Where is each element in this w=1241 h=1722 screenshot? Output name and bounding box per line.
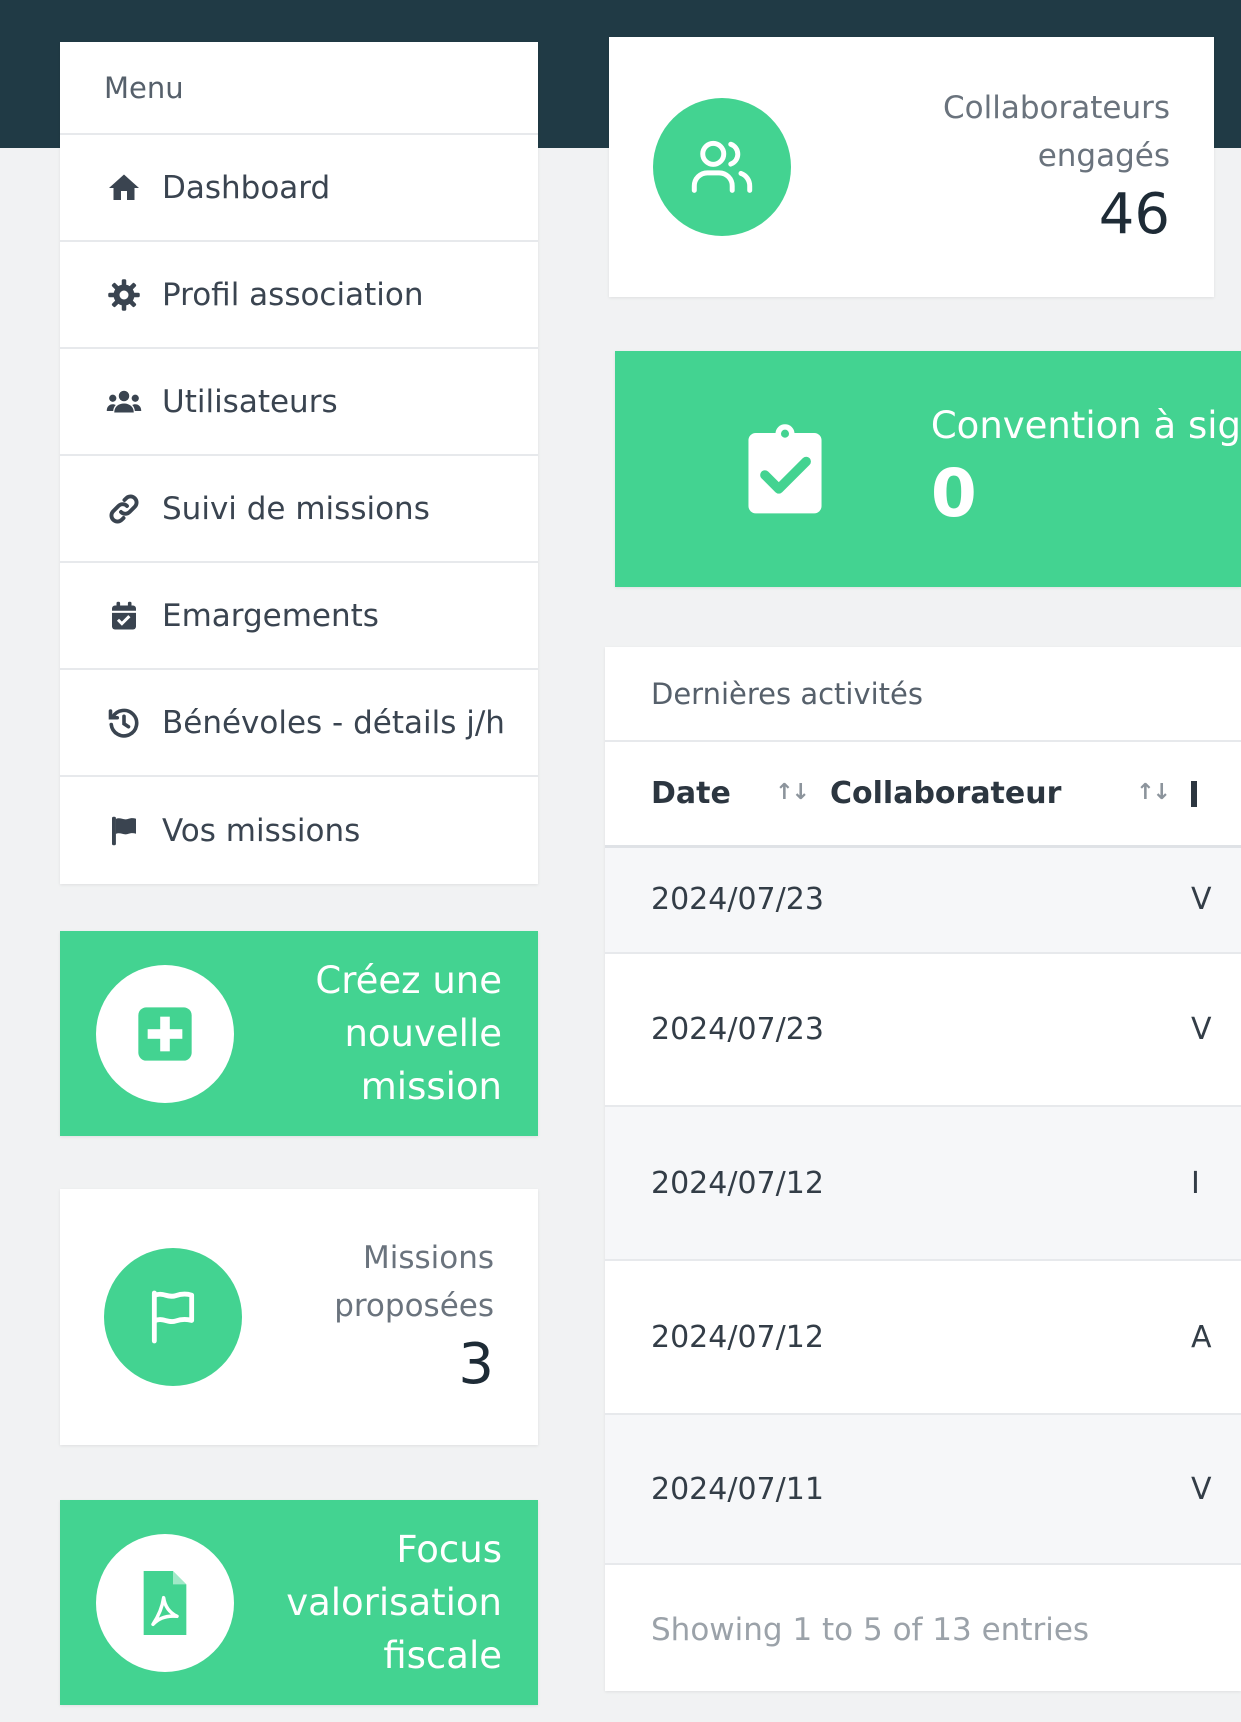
- collab-stat-label: Collaborateurs: [943, 90, 1170, 126]
- create-mission-line: nouvelle: [344, 1012, 502, 1055]
- column-header-label: Date: [651, 775, 731, 811]
- users-outline-icon: [653, 98, 791, 236]
- collaborateurs-engages-card: Collaborateurs engagés 46: [609, 37, 1214, 297]
- sidebar-item-label: Emargements: [162, 597, 379, 634]
- gear-icon: [104, 275, 144, 315]
- cell-date: 2024/07/12: [605, 1106, 830, 1261]
- activities-title: Dernières activités: [605, 647, 1241, 742]
- cell-collab: [830, 846, 1191, 954]
- sidebar-item-label: Bénévoles - détails j/h: [162, 704, 505, 741]
- sidebar-item-label: Utilisateurs: [162, 383, 338, 420]
- missions-proposees-card: Missions proposées 3: [60, 1189, 538, 1445]
- create-mission-button[interactable]: Créez une nouvelle mission: [60, 931, 538, 1136]
- focus-label: Focus valorisation fiscale: [234, 1523, 502, 1682]
- calendar-check-icon: [104, 596, 144, 636]
- sidebar-item-label: Suivi de missions: [162, 490, 430, 527]
- missions-stat-label: Missions: [362, 1240, 494, 1276]
- table-row[interactable]: 2024/07/12 A: [605, 1260, 1241, 1415]
- focus-line: Focus: [396, 1528, 502, 1571]
- flag-outline-icon: [104, 1248, 242, 1386]
- sort-icon[interactable]: ↑↓: [775, 780, 810, 805]
- table-info-text: Showing 1 to 5 of 13 entries: [651, 1611, 1090, 1648]
- focus-line: valorisation: [286, 1581, 502, 1624]
- users-icon: [104, 382, 144, 422]
- table-row[interactable]: 2024/07/23 V: [605, 846, 1241, 954]
- focus-line: fiscale: [383, 1634, 502, 1677]
- create-mission-label: Créez une nouvelle mission: [234, 954, 502, 1113]
- sidebar-item-utilisateurs[interactable]: Utilisateurs: [60, 349, 538, 456]
- convention-card[interactable]: Convention à sig 0: [615, 351, 1241, 587]
- sidebar-item-profil[interactable]: Profil association: [60, 242, 538, 349]
- sidebar-item-vos-missions[interactable]: Vos missions: [60, 777, 538, 884]
- missions-stat-label: proposées: [334, 1288, 494, 1324]
- column-header-clipped: [1191, 781, 1197, 808]
- column-header-next: [1191, 742, 1241, 848]
- collab-stat-value: 46: [1098, 182, 1170, 247]
- create-mission-line: mission: [360, 1065, 502, 1108]
- activities-table: Date ↑↓ Collaborateur ↑↓ 2024/07/23 V 20…: [605, 742, 1241, 1565]
- history-icon: [104, 703, 144, 743]
- sidebar-item-label: Profil association: [162, 276, 424, 313]
- sidebar-item-dashboard[interactable]: Dashboard: [60, 135, 538, 242]
- cell-date: 2024/07/12: [605, 1260, 830, 1415]
- cell-collab: [830, 953, 1191, 1107]
- table-row[interactable]: 2024/07/12 I: [605, 1106, 1241, 1261]
- cell-collab: [830, 1106, 1191, 1261]
- flag-icon: [104, 811, 144, 851]
- column-header-date[interactable]: Date ↑↓: [605, 742, 830, 848]
- sidebar-item-label: Dashboard: [162, 169, 331, 206]
- activities-card: Dernières activités Date ↑↓ Collaborateu…: [605, 647, 1241, 1691]
- cell-collab: [830, 1260, 1191, 1415]
- cell-date: 2024/07/23: [605, 953, 830, 1107]
- menu-title: Menu: [60, 42, 538, 135]
- sidebar-item-suivi-missions[interactable]: Suivi de missions: [60, 456, 538, 563]
- convention-label: Convention à sig: [930, 404, 1241, 447]
- collab-stat-label: engagés: [1037, 138, 1170, 174]
- cell-date: 2024/07/23: [605, 846, 830, 954]
- plus-square-icon: [96, 964, 234, 1103]
- create-mission-line: Créez une: [315, 959, 502, 1002]
- cell-desc: V: [1191, 1414, 1241, 1565]
- cell-desc: V: [1191, 953, 1241, 1107]
- cell-desc: I: [1191, 1106, 1241, 1261]
- convention-value: 0: [930, 455, 977, 532]
- sidebar-item-emargements[interactable]: Emargements: [60, 563, 538, 670]
- table-row[interactable]: 2024/07/23 V: [605, 953, 1241, 1107]
- sidebar-item-benevoles[interactable]: Bénévoles - détails j/h: [60, 670, 538, 777]
- cell-collab: [830, 1414, 1191, 1565]
- home-icon: [104, 168, 144, 208]
- column-header-label: Collaborateur: [830, 775, 1062, 811]
- focus-valorisation-button[interactable]: Focus valorisation fiscale: [60, 1500, 538, 1705]
- missions-stat-value: 3: [458, 1332, 494, 1397]
- sort-icon[interactable]: ↑↓: [1136, 780, 1171, 805]
- sidebar-menu: Menu Dashboard Profil association Utilis…: [60, 42, 538, 884]
- cell-desc: V: [1191, 846, 1241, 954]
- table-row[interactable]: 2024/07/11 V: [605, 1414, 1241, 1565]
- cell-desc: A: [1191, 1260, 1241, 1415]
- link-icon: [104, 489, 144, 529]
- cell-date: 2024/07/11: [605, 1414, 830, 1565]
- column-header-collaborateur[interactable]: Collaborateur ↑↓: [830, 742, 1191, 848]
- clipboard-check-icon: [731, 422, 839, 517]
- pdf-file-icon: [96, 1533, 234, 1672]
- sidebar-item-label: Vos missions: [162, 812, 361, 849]
